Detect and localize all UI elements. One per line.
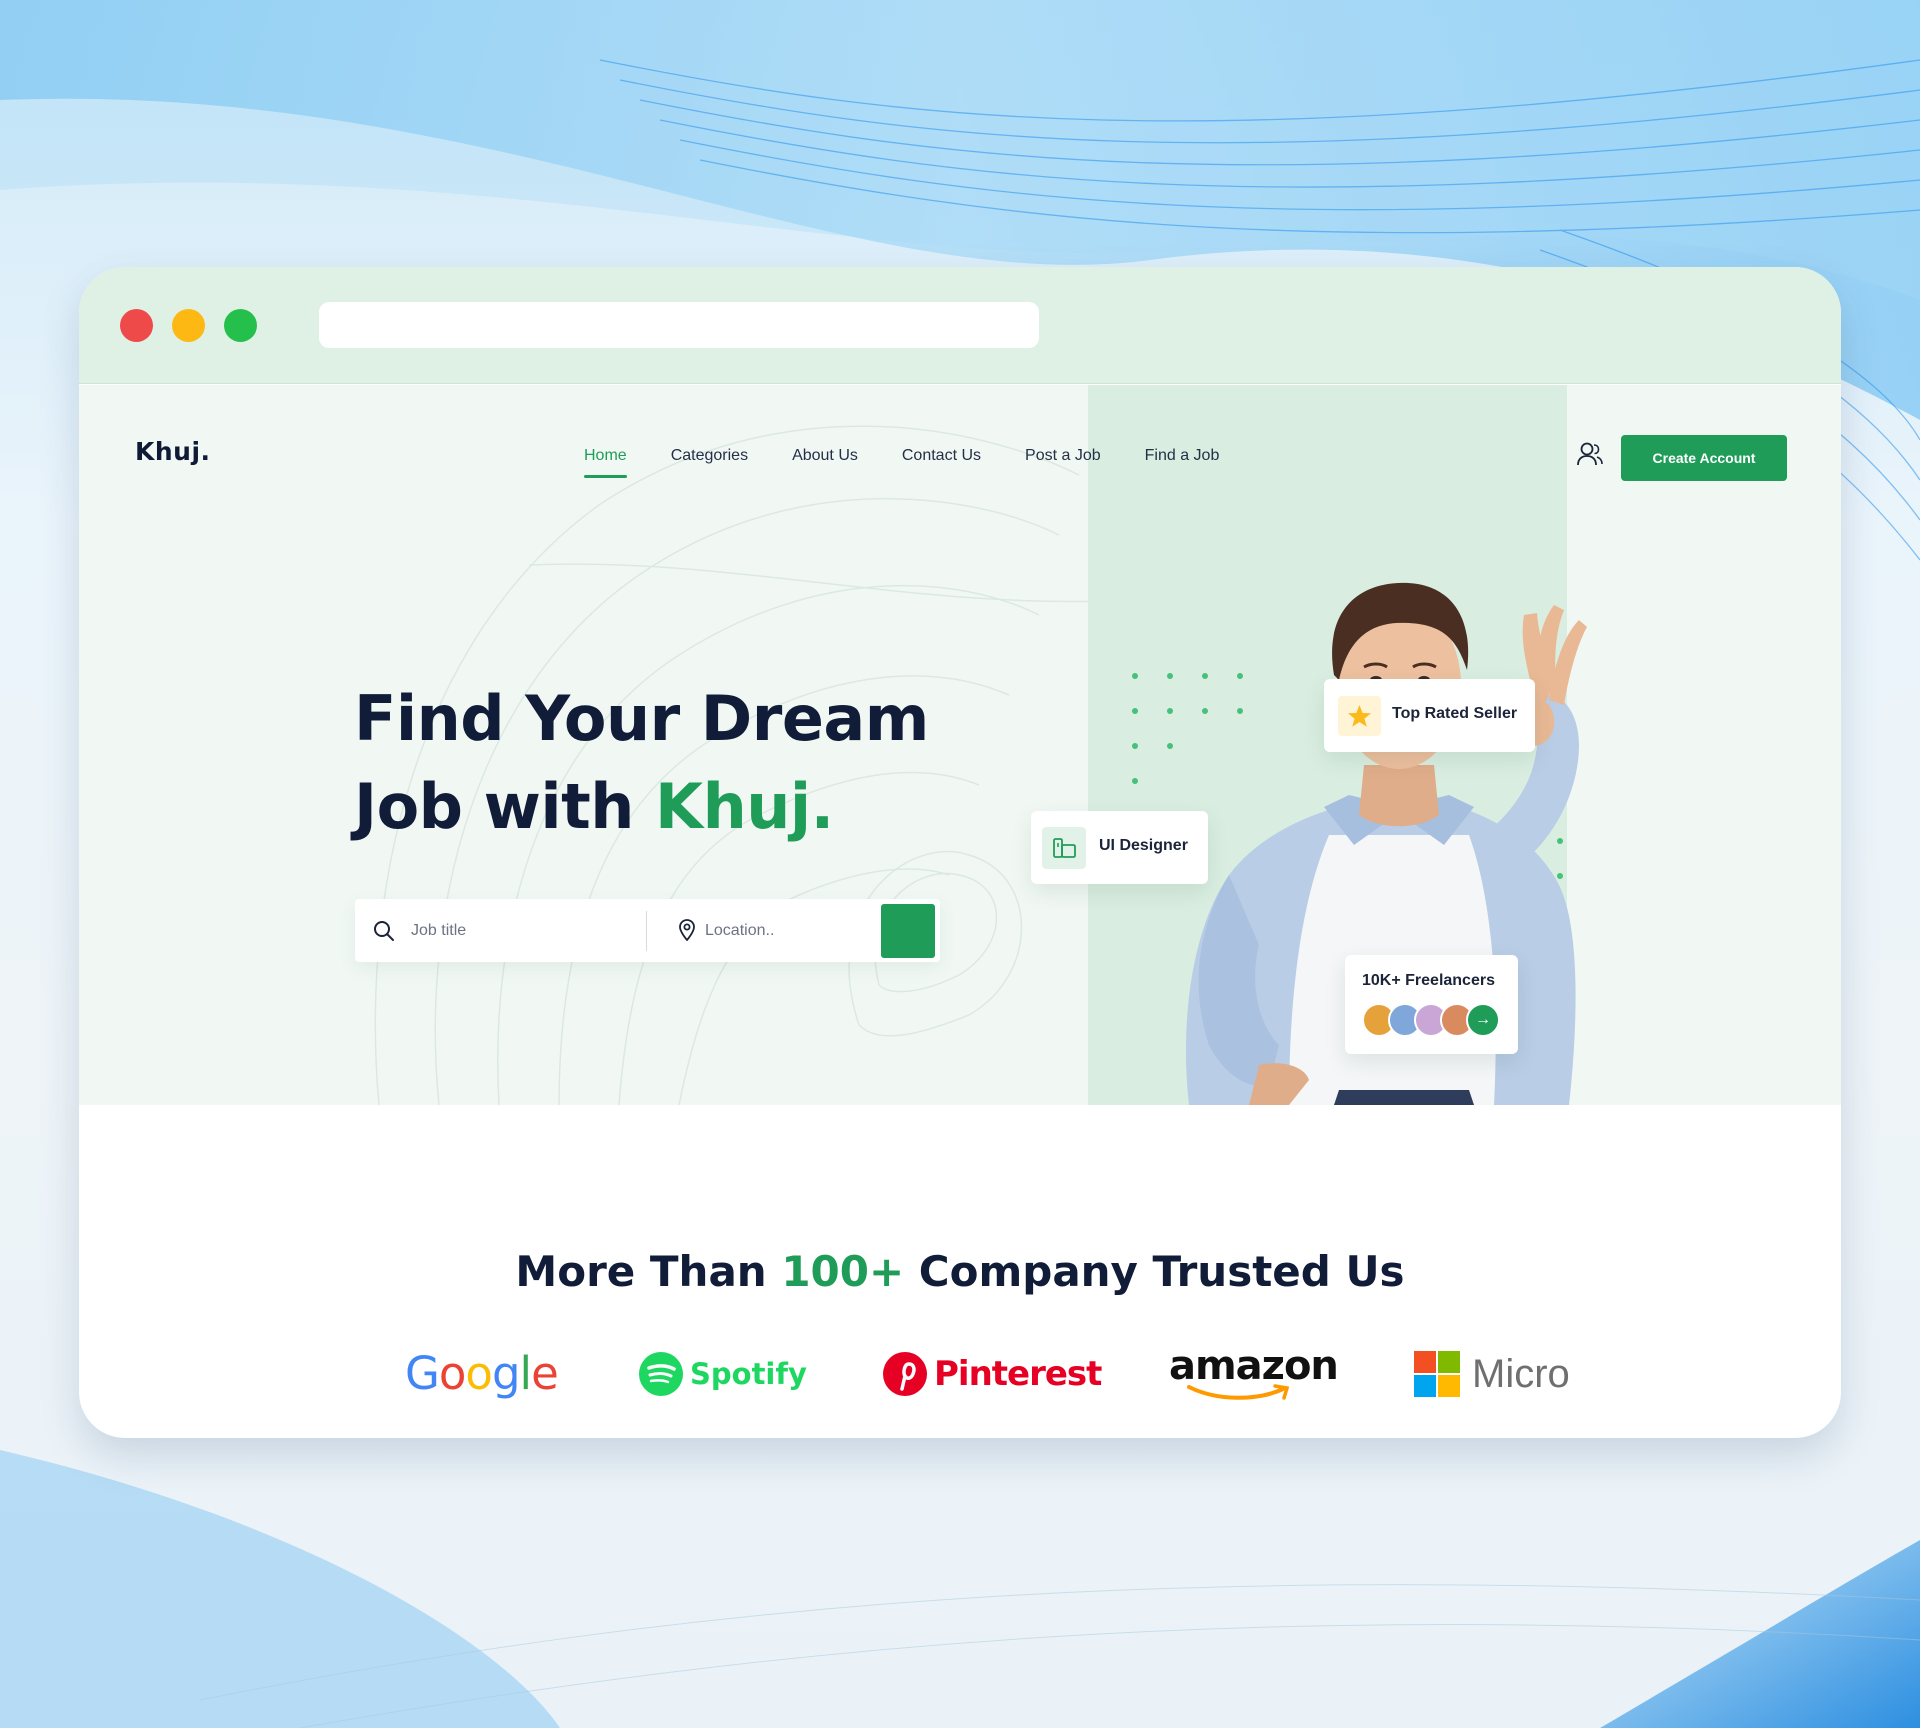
maximize-window-button[interactable] <box>224 309 257 342</box>
headline-brand: Khuj. <box>655 770 834 843</box>
trusted-prefix: More Than <box>515 1247 782 1296</box>
ui-designer-badge: UI Designer <box>1031 811 1208 884</box>
nav-post-a-job[interactable]: Post a Job <box>1025 447 1101 477</box>
star-icon-box <box>1338 696 1381 736</box>
pinterest-logo: Pinterest <box>882 1351 1102 1397</box>
freelancers-label: 10K+ Freelancers <box>1362 972 1495 989</box>
star-icon <box>1348 705 1371 727</box>
microsoft-icon <box>1414 1351 1460 1397</box>
trusted-count: 100+ <box>781 1247 905 1296</box>
amazon-smile-icon <box>1187 1384 1290 1400</box>
trusted-heading: More Than 100+ Company Trusted Us <box>79 1247 1841 1296</box>
close-window-button[interactable] <box>120 309 153 342</box>
location-pin-icon <box>679 919 695 941</box>
amazon-logo: amazon <box>1169 1343 1339 1403</box>
address-bar[interactable] <box>319 302 1039 348</box>
job-title-input[interactable] <box>411 917 631 945</box>
spotify-logo: Spotify <box>638 1351 807 1397</box>
headline-line-2: Job with <box>354 770 656 843</box>
user-icon[interactable] <box>1575 440 1605 470</box>
main-nav: Home Categories About Us Contact Us Post… <box>584 447 1263 478</box>
design-tool-icon <box>1053 838 1076 858</box>
hero-section: Khuj. Home Categories About Us Contact U… <box>79 385 1841 1105</box>
search-icon <box>374 921 394 941</box>
ui-designer-label: UI Designer <box>1099 837 1188 854</box>
google-logo: Google <box>405 1347 559 1400</box>
spotify-wordmark: Spotify <box>690 1357 807 1391</box>
search-button[interactable] <box>881 904 935 958</box>
browser-chrome <box>79 267 1841 384</box>
nav-home[interactable]: Home <box>584 447 627 478</box>
top-rated-seller-badge: Top Rated Seller <box>1324 679 1535 752</box>
create-account-button[interactable]: Create Account <box>1621 435 1787 481</box>
microsoft-logo: Micro <box>1414 1351 1570 1397</box>
hero-headline: Find Your Dream Job with Khuj. <box>354 675 954 851</box>
location-input[interactable] <box>705 917 885 945</box>
job-search-bar <box>355 899 940 962</box>
freelancers-badge: 10K+ Freelancers → <box>1345 955 1518 1054</box>
minimize-window-button[interactable] <box>172 309 205 342</box>
arrow-right-icon[interactable]: → <box>1466 1003 1500 1037</box>
browser-window: Khuj. Home Categories About Us Contact U… <box>79 267 1841 1438</box>
trusted-suffix: Company Trusted Us <box>904 1247 1405 1296</box>
design-tool-icon-box <box>1042 827 1086 869</box>
spotify-icon <box>639 1352 683 1396</box>
site-logo[interactable]: Khuj. <box>135 437 211 466</box>
company-logos: Google Spotify Pinterest amazon Micro <box>79 1343 1841 1427</box>
headline-line-1: Find Your Dream <box>354 682 929 755</box>
nav-categories[interactable]: Categories <box>671 447 748 477</box>
top-rated-seller-label: Top Rated Seller <box>1392 705 1518 722</box>
nav-find-a-job[interactable]: Find a Job <box>1145 447 1220 477</box>
nav-about-us[interactable]: About Us <box>792 447 858 477</box>
microsoft-wordmark: Micro <box>1472 1351 1570 1396</box>
nav-contact-us[interactable]: Contact Us <box>902 447 981 477</box>
search-divider <box>646 911 647 951</box>
freelancer-avatars: → <box>1362 1003 1512 1037</box>
pinterest-wordmark: Pinterest <box>934 1354 1102 1394</box>
pinterest-icon <box>883 1352 927 1396</box>
